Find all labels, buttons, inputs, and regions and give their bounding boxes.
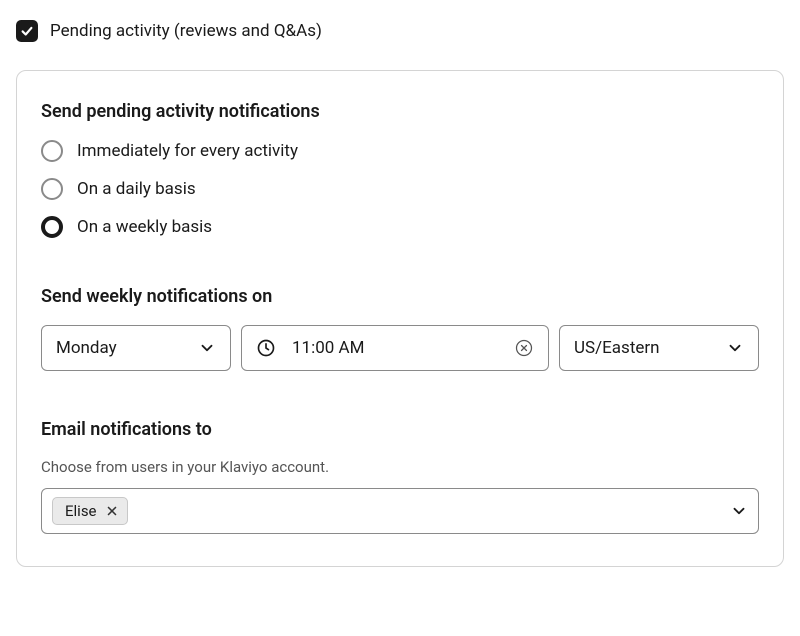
pending-activity-label: Pending activity (reviews and Q&As) bbox=[50, 21, 322, 41]
pending-activity-checkbox[interactable] bbox=[16, 20, 38, 42]
time-value: 11:00 AM bbox=[292, 338, 498, 358]
schedule-heading: Send weekly notifications on bbox=[41, 286, 759, 307]
day-value: Monday bbox=[56, 338, 117, 358]
clear-icon[interactable] bbox=[514, 338, 534, 358]
chevron-down-icon bbox=[198, 339, 216, 357]
radio-label: On a daily basis bbox=[77, 179, 196, 199]
frequency-section: Send pending activity notifications Imme… bbox=[41, 101, 759, 238]
recipients-select[interactable]: Elise bbox=[41, 488, 759, 534]
radio-label: Immediately for every activity bbox=[77, 141, 298, 161]
radio-circle-icon bbox=[41, 140, 63, 162]
recipient-chip: Elise bbox=[52, 497, 128, 525]
email-help-text: Choose from users in your Klaviyo accoun… bbox=[41, 458, 759, 476]
radio-immediately[interactable]: Immediately for every activity bbox=[41, 140, 759, 162]
frequency-heading: Send pending activity notifications bbox=[41, 101, 759, 122]
close-icon[interactable] bbox=[105, 504, 119, 518]
email-heading: Email notifications to bbox=[41, 419, 759, 440]
chevron-down-icon bbox=[726, 339, 744, 357]
chevron-down-icon bbox=[730, 502, 748, 520]
check-icon bbox=[20, 24, 34, 38]
day-select[interactable]: Monday bbox=[41, 325, 231, 371]
time-input[interactable]: 11:00 AM bbox=[241, 325, 549, 371]
frequency-radio-group: Immediately for every activity On a dail… bbox=[41, 140, 759, 238]
recipient-chips: Elise bbox=[52, 497, 128, 525]
radio-circle-icon bbox=[41, 216, 63, 238]
radio-circle-icon bbox=[41, 178, 63, 200]
radio-daily[interactable]: On a daily basis bbox=[41, 178, 759, 200]
settings-panel: Send pending activity notifications Imme… bbox=[16, 70, 784, 567]
clock-icon bbox=[256, 338, 276, 358]
pending-activity-row: Pending activity (reviews and Q&As) bbox=[16, 20, 784, 42]
radio-weekly[interactable]: On a weekly basis bbox=[41, 216, 759, 238]
email-section: Email notifications to Choose from users… bbox=[41, 419, 759, 534]
timezone-select[interactable]: US/Eastern bbox=[559, 325, 759, 371]
schedule-section: Send weekly notifications on Monday 11:0… bbox=[41, 286, 759, 371]
radio-label: On a weekly basis bbox=[77, 217, 212, 237]
schedule-fields: Monday 11:00 AM US/Eastern bbox=[41, 325, 759, 371]
timezone-value: US/Eastern bbox=[574, 338, 660, 358]
recipient-name: Elise bbox=[65, 502, 97, 520]
